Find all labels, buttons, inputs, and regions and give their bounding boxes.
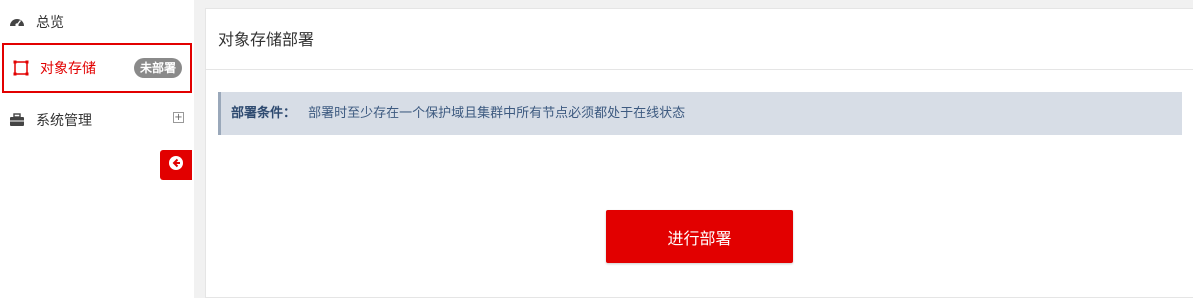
dashboard-icon [8, 13, 26, 31]
sidebar-item-system-management[interactable]: 系统管理 + [0, 95, 194, 145]
alert-label: 部署条件： [231, 106, 297, 121]
deploy-condition-alert: 部署条件： 部署时至少存在一个保护域且集群中所有节点必须都处于在线状态 [218, 92, 1182, 135]
app-root: 总览 对象存储 未部署 系统管理 + 对象存储部署 部署条件： 部署时至少存在一… [0, 0, 1193, 298]
sidebar-item-label: 对象存储 [40, 61, 96, 77]
sidebar-item-label: 系统管理 [36, 113, 92, 129]
alert-text: 部署时至少存在一个保护域且集群中所有节点必须都处于在线状态 [308, 106, 686, 121]
status-badge: 未部署 [133, 58, 182, 78]
arrow-left-icon [168, 155, 184, 175]
object-storage-icon [12, 59, 30, 77]
expand-icon[interactable]: + [173, 112, 184, 123]
sidebar-item-object-storage[interactable]: 对象存储 未部署 [2, 43, 192, 93]
sidebar: 总览 对象存储 未部署 系统管理 + [0, 0, 194, 298]
sidebar-item-overview[interactable]: 总览 [0, 0, 194, 47]
page-title: 对象存储部署 [206, 9, 1193, 70]
sidebar-item-label: 总览 [36, 15, 64, 31]
collapse-sidebar-button[interactable] [160, 150, 192, 180]
deploy-button[interactable]: 进行部署 [606, 210, 793, 263]
briefcase-icon [8, 111, 26, 129]
main-panel: 对象存储部署 部署条件： 部署时至少存在一个保护域且集群中所有节点必须都处于在线… [205, 8, 1193, 298]
